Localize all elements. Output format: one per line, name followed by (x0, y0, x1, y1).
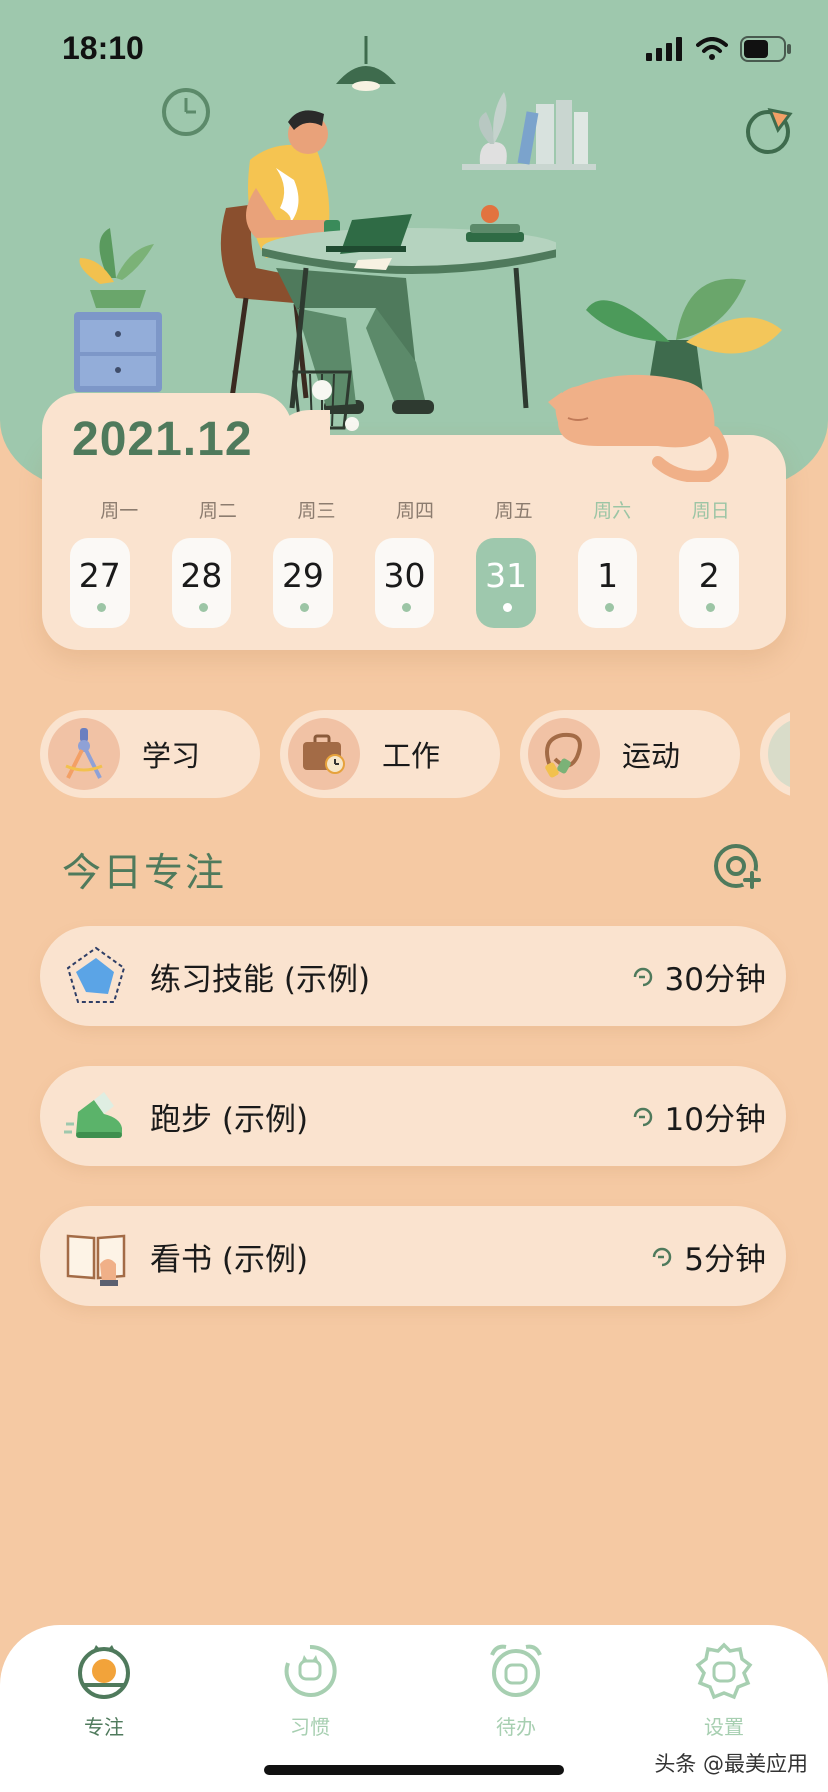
task-duration-text: 5分钟 (684, 1242, 766, 1278)
tab-todo[interactable]: 待办 (456, 1641, 576, 1740)
category-chip-sport[interactable]: 运动 (520, 710, 740, 798)
timer-icon (633, 1107, 652, 1126)
gear-cat-icon (695, 1642, 753, 1700)
category-label: 运动 (622, 739, 681, 773)
statistics-icon[interactable] (744, 104, 796, 156)
task-name: 练习技能 (示例) (150, 962, 371, 998)
weekday-label: 周六 (593, 500, 632, 522)
battery-icon (740, 36, 791, 62)
day-number: 1 (597, 556, 619, 595)
status-bar: 18:10 (0, 0, 828, 100)
task-duration: 10分钟 (631, 1094, 766, 1139)
day-dot (706, 603, 716, 612)
status-time: 18:10 (62, 30, 144, 66)
day-number: 2 (698, 556, 720, 595)
weekday-label: 周二 (198, 500, 237, 522)
day-dot (503, 603, 513, 612)
tab-focus[interactable]: 专注 (44, 1641, 164, 1740)
tab-label: 习惯 (290, 1715, 330, 1739)
weekday-header: 周一 周二 周三 周四 周五 周六 周日 (70, 496, 760, 523)
category-label: 学习 (142, 739, 201, 773)
category-label: 工作 (382, 739, 441, 773)
calendar-day[interactable]: 28 (171, 538, 232, 628)
task-name: 跑步 (示例) (150, 1102, 309, 1138)
habit-cat-icon (284, 1644, 337, 1697)
day-number: 30 (383, 556, 426, 595)
category-scroller[interactable]: 学习 工作 运动 (40, 710, 790, 798)
category-chip-more[interactable] (760, 710, 790, 798)
calendar-days: 27 28 29 30 31 1 2 (70, 538, 760, 628)
focus-task-item[interactable]: 练习技能 (示例) 30分钟 (40, 926, 786, 1026)
add-target-icon[interactable] (712, 842, 764, 894)
weekday-label: 周一 (100, 500, 139, 522)
calendar-year-month[interactable]: 2021.12 (72, 412, 253, 467)
task-duration-text: 10分钟 (664, 1102, 766, 1138)
calendar-day[interactable]: 29 (273, 538, 333, 628)
day-dot (604, 603, 614, 612)
timer-icon (633, 967, 652, 986)
calendar-day[interactable]: 1 (577, 538, 638, 628)
running-shoe-icon (64, 1092, 122, 1138)
day-number: 31 (485, 556, 528, 595)
tab-settings[interactable]: 设置 (664, 1641, 784, 1740)
calendar-day-selected[interactable]: 31 (476, 538, 536, 628)
task-duration: 5分钟 (650, 1234, 766, 1279)
section-title-today-focus: 今日专注 (62, 851, 227, 896)
open-book-icon (66, 1234, 126, 1286)
category-more-icon (768, 718, 790, 790)
focus-task-item[interactable]: 看书 (示例) 5分钟 (40, 1206, 786, 1306)
timer-icon (653, 1247, 672, 1266)
person-at-desk-illustration (220, 110, 556, 414)
day-dot (300, 603, 310, 612)
tab-label: 专注 (84, 1715, 124, 1739)
day-number: 28 (180, 556, 223, 595)
jump-rope-icon (528, 718, 600, 790)
status-icons (646, 36, 792, 62)
day-number: 27 (78, 556, 121, 595)
alarm-cat-icon (490, 1644, 542, 1697)
focus-cat-icon (78, 1645, 130, 1699)
category-chip-work[interactable]: 工作 (280, 710, 500, 798)
focus-task-item[interactable]: 跑步 (示例) 10分钟 (40, 1066, 786, 1166)
weekday-label: 周日 (691, 500, 730, 522)
day-number: 29 (281, 556, 324, 595)
weekday-label: 周五 (494, 500, 533, 522)
sleeping-cat-illustration (548, 374, 729, 482)
calendar-day[interactable]: 27 (70, 538, 130, 628)
calendar-day[interactable]: 2 (679, 538, 740, 628)
task-duration-text: 30分钟 (664, 962, 766, 998)
category-chip-study[interactable]: 学习 (40, 710, 260, 798)
briefcase-clock-icon (288, 718, 360, 790)
tab-label: 设置 (704, 1715, 744, 1739)
tab-habit[interactable]: 习惯 (250, 1641, 370, 1740)
home-indicator[interactable] (264, 1765, 564, 1775)
task-name: 看书 (示例) (150, 1242, 309, 1278)
tab-label: 待办 (496, 1715, 536, 1739)
wifi-icon (696, 37, 728, 60)
weekday-label: 周三 (297, 500, 336, 522)
watermark-text: 头条 @最美应用 (654, 1752, 808, 1776)
cabinet-plant-illustration (74, 228, 162, 392)
day-dot (97, 603, 106, 612)
day-dot (401, 603, 411, 612)
compass-drawing-icon (48, 718, 120, 790)
pentagon-skill-icon (66, 946, 126, 1003)
cellular-signal-icon (646, 37, 682, 61)
weekday-label: 周四 (396, 500, 435, 522)
task-duration: 30分钟 (631, 954, 766, 999)
calendar-day[interactable]: 30 (374, 538, 435, 628)
day-dot (198, 603, 208, 612)
